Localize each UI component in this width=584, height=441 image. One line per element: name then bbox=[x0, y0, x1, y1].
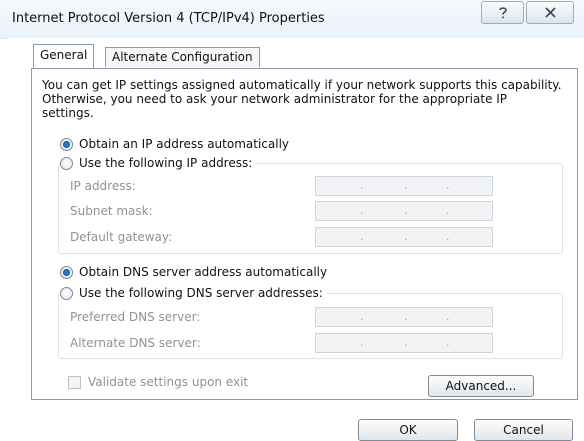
tcpip-properties-dialog: Internet Protocol Version 4 (TCP/IPv4) P… bbox=[0, 0, 584, 441]
intro-text: You can get IP settings assigned automat… bbox=[42, 78, 562, 120]
obtain-dns-auto-label: Obtain DNS server address automatically bbox=[79, 265, 328, 279]
ip-address-label: IP address: bbox=[70, 179, 136, 193]
alternate-dns-label: Alternate DNS server: bbox=[70, 336, 201, 350]
default-gateway-label: Default gateway: bbox=[70, 230, 173, 244]
cancel-button[interactable]: Cancel bbox=[474, 419, 573, 441]
tab-alternate-configuration[interactable]: Alternate Configuration bbox=[105, 47, 260, 67]
validate-settings-option[interactable]: Validate settings upon exit bbox=[68, 374, 248, 390]
default-gateway-field[interactable]: ... bbox=[315, 227, 493, 247]
use-following-ip-radio[interactable] bbox=[60, 156, 73, 170]
preferred-dns-field[interactable]: ... bbox=[315, 307, 493, 327]
preferred-dns-label: Preferred DNS server: bbox=[70, 310, 201, 324]
help-button[interactable] bbox=[481, 1, 524, 24]
validate-settings-checkbox[interactable] bbox=[68, 375, 81, 389]
validate-settings-label: Validate settings upon exit bbox=[88, 375, 249, 389]
subnet-mask-label: Subnet mask: bbox=[70, 204, 153, 218]
help-question-icon bbox=[497, 6, 509, 20]
use-following-dns-label: Use the following DNS server addresses: bbox=[79, 286, 323, 300]
subnet-mask-field[interactable]: ... bbox=[315, 201, 493, 221]
title-bar: Internet Protocol Version 4 (TCP/IPv4) P… bbox=[0, 0, 584, 39]
ok-button[interactable]: OK bbox=[358, 419, 458, 441]
obtain-ip-auto-label: Obtain an IP address automatically bbox=[79, 137, 290, 151]
obtain-ip-auto-radio[interactable] bbox=[60, 137, 73, 151]
obtain-dns-auto-radio[interactable] bbox=[60, 265, 73, 279]
tab-general[interactable]: General bbox=[33, 44, 95, 68]
dialog-title: Internet Protocol Version 4 (TCP/IPv4) P… bbox=[12, 11, 325, 26]
ip-address-field[interactable]: ... bbox=[315, 176, 493, 196]
use-following-ip-option[interactable]: Use the following IP address: bbox=[60, 155, 256, 171]
obtain-ip-auto-option[interactable]: Obtain an IP address automatically bbox=[60, 136, 289, 152]
close-x-icon bbox=[544, 7, 556, 18]
obtain-dns-auto-option[interactable]: Obtain DNS server address automatically bbox=[60, 264, 327, 280]
dialog-client-area: General Alternate Configuration You can … bbox=[8, 38, 584, 441]
advanced-button[interactable]: Advanced... bbox=[428, 375, 534, 397]
use-following-dns-radio[interactable] bbox=[60, 286, 73, 300]
close-button[interactable] bbox=[526, 1, 574, 24]
use-following-ip-label: Use the following IP address: bbox=[79, 156, 253, 170]
alternate-dns-field[interactable]: ... bbox=[315, 333, 493, 353]
use-following-dns-option[interactable]: Use the following DNS server addresses: bbox=[60, 285, 326, 301]
